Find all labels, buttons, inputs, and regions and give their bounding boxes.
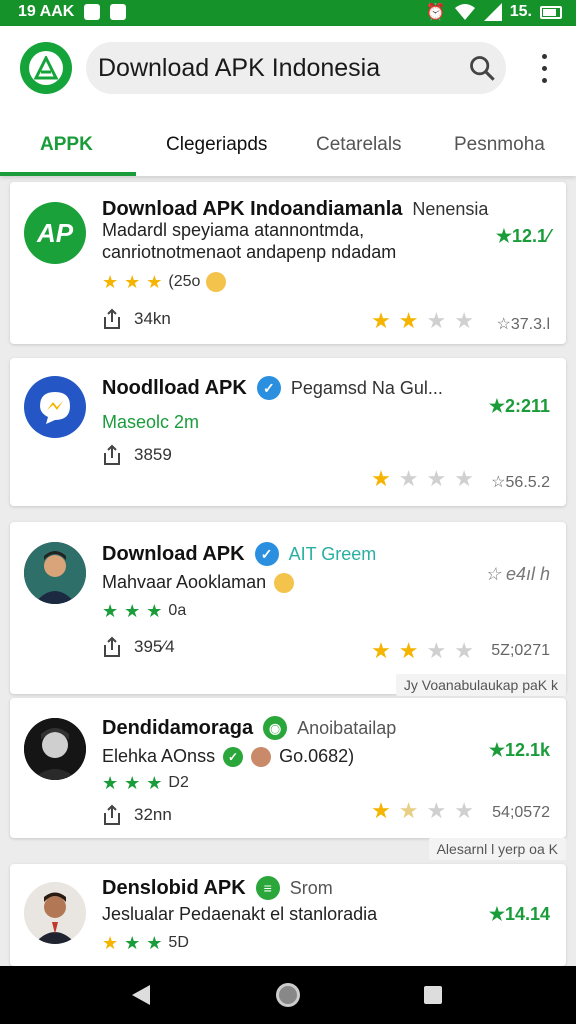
rating-summary: ★ ★ ★ (25o: [102, 272, 227, 292]
search-bar[interactable]: Download APK Indonesia: [86, 42, 506, 94]
apk-logo-icon: [34, 56, 58, 80]
emoji-icon: [206, 272, 227, 292]
star-rating[interactable]: ★ ★ ★ ★: [371, 640, 474, 662]
active-tab-indicator: [0, 172, 136, 176]
app-rating: ☆ e4ıl h: [484, 564, 550, 584]
alarm-icon: ⏰: [425, 4, 446, 21]
star-icon: ★: [124, 272, 141, 292]
downloads: 3859: [102, 444, 172, 466]
signal-icon: [483, 3, 502, 21]
downloads: 32nn: [102, 804, 172, 826]
tab-cetarelals[interactable]: Cetarelals: [316, 134, 402, 156]
app-card[interactable]: Dendidamoraga ◉ Anoibatailap Elehka AOns…: [10, 698, 566, 838]
app-logo[interactable]: [20, 42, 72, 94]
system-nav-bar: [0, 966, 576, 1024]
app-description: canriotnotmenaot andapenp ndadam: [102, 242, 397, 262]
rating-value: 5Z;0271: [491, 642, 550, 659]
tab-categories[interactable]: Clegeriapds: [166, 134, 267, 156]
person-avatar-icon: [24, 882, 86, 944]
rating-value: ☆56.5.2: [491, 474, 550, 491]
downloads: 395⁄4: [102, 636, 175, 658]
star-icon: ★: [102, 272, 119, 292]
more-vert-icon[interactable]: [532, 50, 556, 86]
share-icon[interactable]: [102, 804, 122, 826]
notification-icon: [84, 4, 101, 20]
star-rating[interactable]: ★ ★ ★ ★: [371, 468, 474, 490]
app-rating: ★14.14: [488, 904, 550, 924]
app-title[interactable]: Noodlload APK ✓ Pegamsd Na Gul...: [102, 376, 443, 400]
battery-icon: [540, 5, 562, 19]
share-icon[interactable]: [102, 308, 122, 330]
notification-icon: [110, 4, 127, 20]
wifi-icon: [454, 4, 475, 20]
tab-pesnmoha[interactable]: Pesnmoha: [454, 134, 545, 156]
app-description: Mahvaar Aooklaman: [102, 572, 295, 593]
app-card[interactable]: Download APK ✓ AIT Greem Mahvaar Aooklam…: [10, 522, 566, 694]
share-icon[interactable]: [102, 444, 122, 466]
card-footer: Jy Voanabulaukap paK k: [395, 674, 566, 696]
rating-summary: ★ ★ ★ 0a: [102, 601, 187, 621]
person-avatar-icon: [24, 718, 86, 780]
app-card[interactable]: AP Download APK Indoandiamanla Nenensia …: [10, 182, 566, 344]
rating-summary: ★ ★ ★ 5D: [102, 933, 189, 953]
star-rating[interactable]: ★ ★ ★ ★: [371, 310, 474, 332]
person-avatar-icon: [24, 542, 86, 604]
app-description: Maseolc 2m: [102, 412, 200, 432]
app-rating: ★2:211: [488, 396, 550, 416]
messenger-icon: [40, 392, 70, 424]
status-bar: 19 AAK ⏰ 15.: [0, 0, 576, 26]
app-title[interactable]: Download APK ✓ AIT Greem: [102, 542, 376, 566]
rating-value: 54;0572: [492, 804, 550, 821]
app-badge-icon: ≡: [255, 876, 280, 900]
emoji-icon: [274, 572, 295, 593]
app-icon: [24, 882, 86, 944]
avatar-small-icon: [251, 746, 272, 767]
back-icon[interactable]: [132, 985, 150, 1005]
verified-badge-icon: ✓: [254, 542, 279, 566]
home-icon[interactable]: [276, 983, 300, 1007]
app-icon: [24, 718, 86, 780]
app-icon: AP: [24, 202, 86, 264]
tab-appk[interactable]: APPK: [40, 134, 93, 156]
app-rating: ★12.1⁄: [495, 226, 550, 246]
app-bar: Download APK Indonesia APPK Clegeriapds …: [0, 26, 576, 176]
app-title[interactable]: Download APK Indoandiamanla Nenensia: [102, 198, 488, 221]
search-icon[interactable]: [468, 54, 496, 82]
star-rating[interactable]: ★ ★ ★ ★: [371, 800, 474, 822]
app-title[interactable]: Denslobid APK ≡ Srom: [102, 876, 333, 900]
app-badge-icon: ◉: [263, 716, 288, 740]
downloads: 34kn: [102, 308, 171, 330]
app-description: Jeslualar Pedaenakt el stanloradia: [102, 904, 378, 924]
status-time: 19 AAK: [18, 3, 75, 20]
rating-value: ☆37.3.l: [496, 316, 550, 333]
card-footer: Alesarnl l yerp oa K: [428, 838, 566, 860]
verified-badge-icon: ✓: [223, 746, 244, 767]
app-card[interactable]: Denslobid APK ≡ Srom Jeslualar Pedaenakt…: [10, 864, 566, 966]
app-rating: ★12.1k: [488, 740, 550, 760]
app-title[interactable]: Dendidamoraga ◉ Anoibatailap: [102, 716, 396, 740]
app-icon: [24, 542, 86, 604]
battery-text: 15.: [509, 3, 532, 20]
app-icon: [24, 376, 86, 438]
tab-bar: APPK Clegeriapds Cetarelals Pesnmoha: [0, 122, 576, 176]
star-icon: ★: [146, 272, 163, 292]
verified-badge-icon: ✓: [256, 376, 281, 400]
recents-icon[interactable]: [424, 986, 442, 1004]
app-description: Madardl speyiama atannontmda,: [102, 220, 365, 240]
search-input[interactable]: Download APK Indonesia: [98, 54, 380, 83]
rating-summary: ★ ★ ★ D2: [102, 773, 189, 793]
share-icon[interactable]: [102, 636, 122, 658]
app-card[interactable]: Noodlload APK ✓ Pegamsd Na Gul... Maseol…: [10, 358, 566, 506]
app-description: Elehka AOnss ✓ Go.0682): [102, 746, 355, 767]
